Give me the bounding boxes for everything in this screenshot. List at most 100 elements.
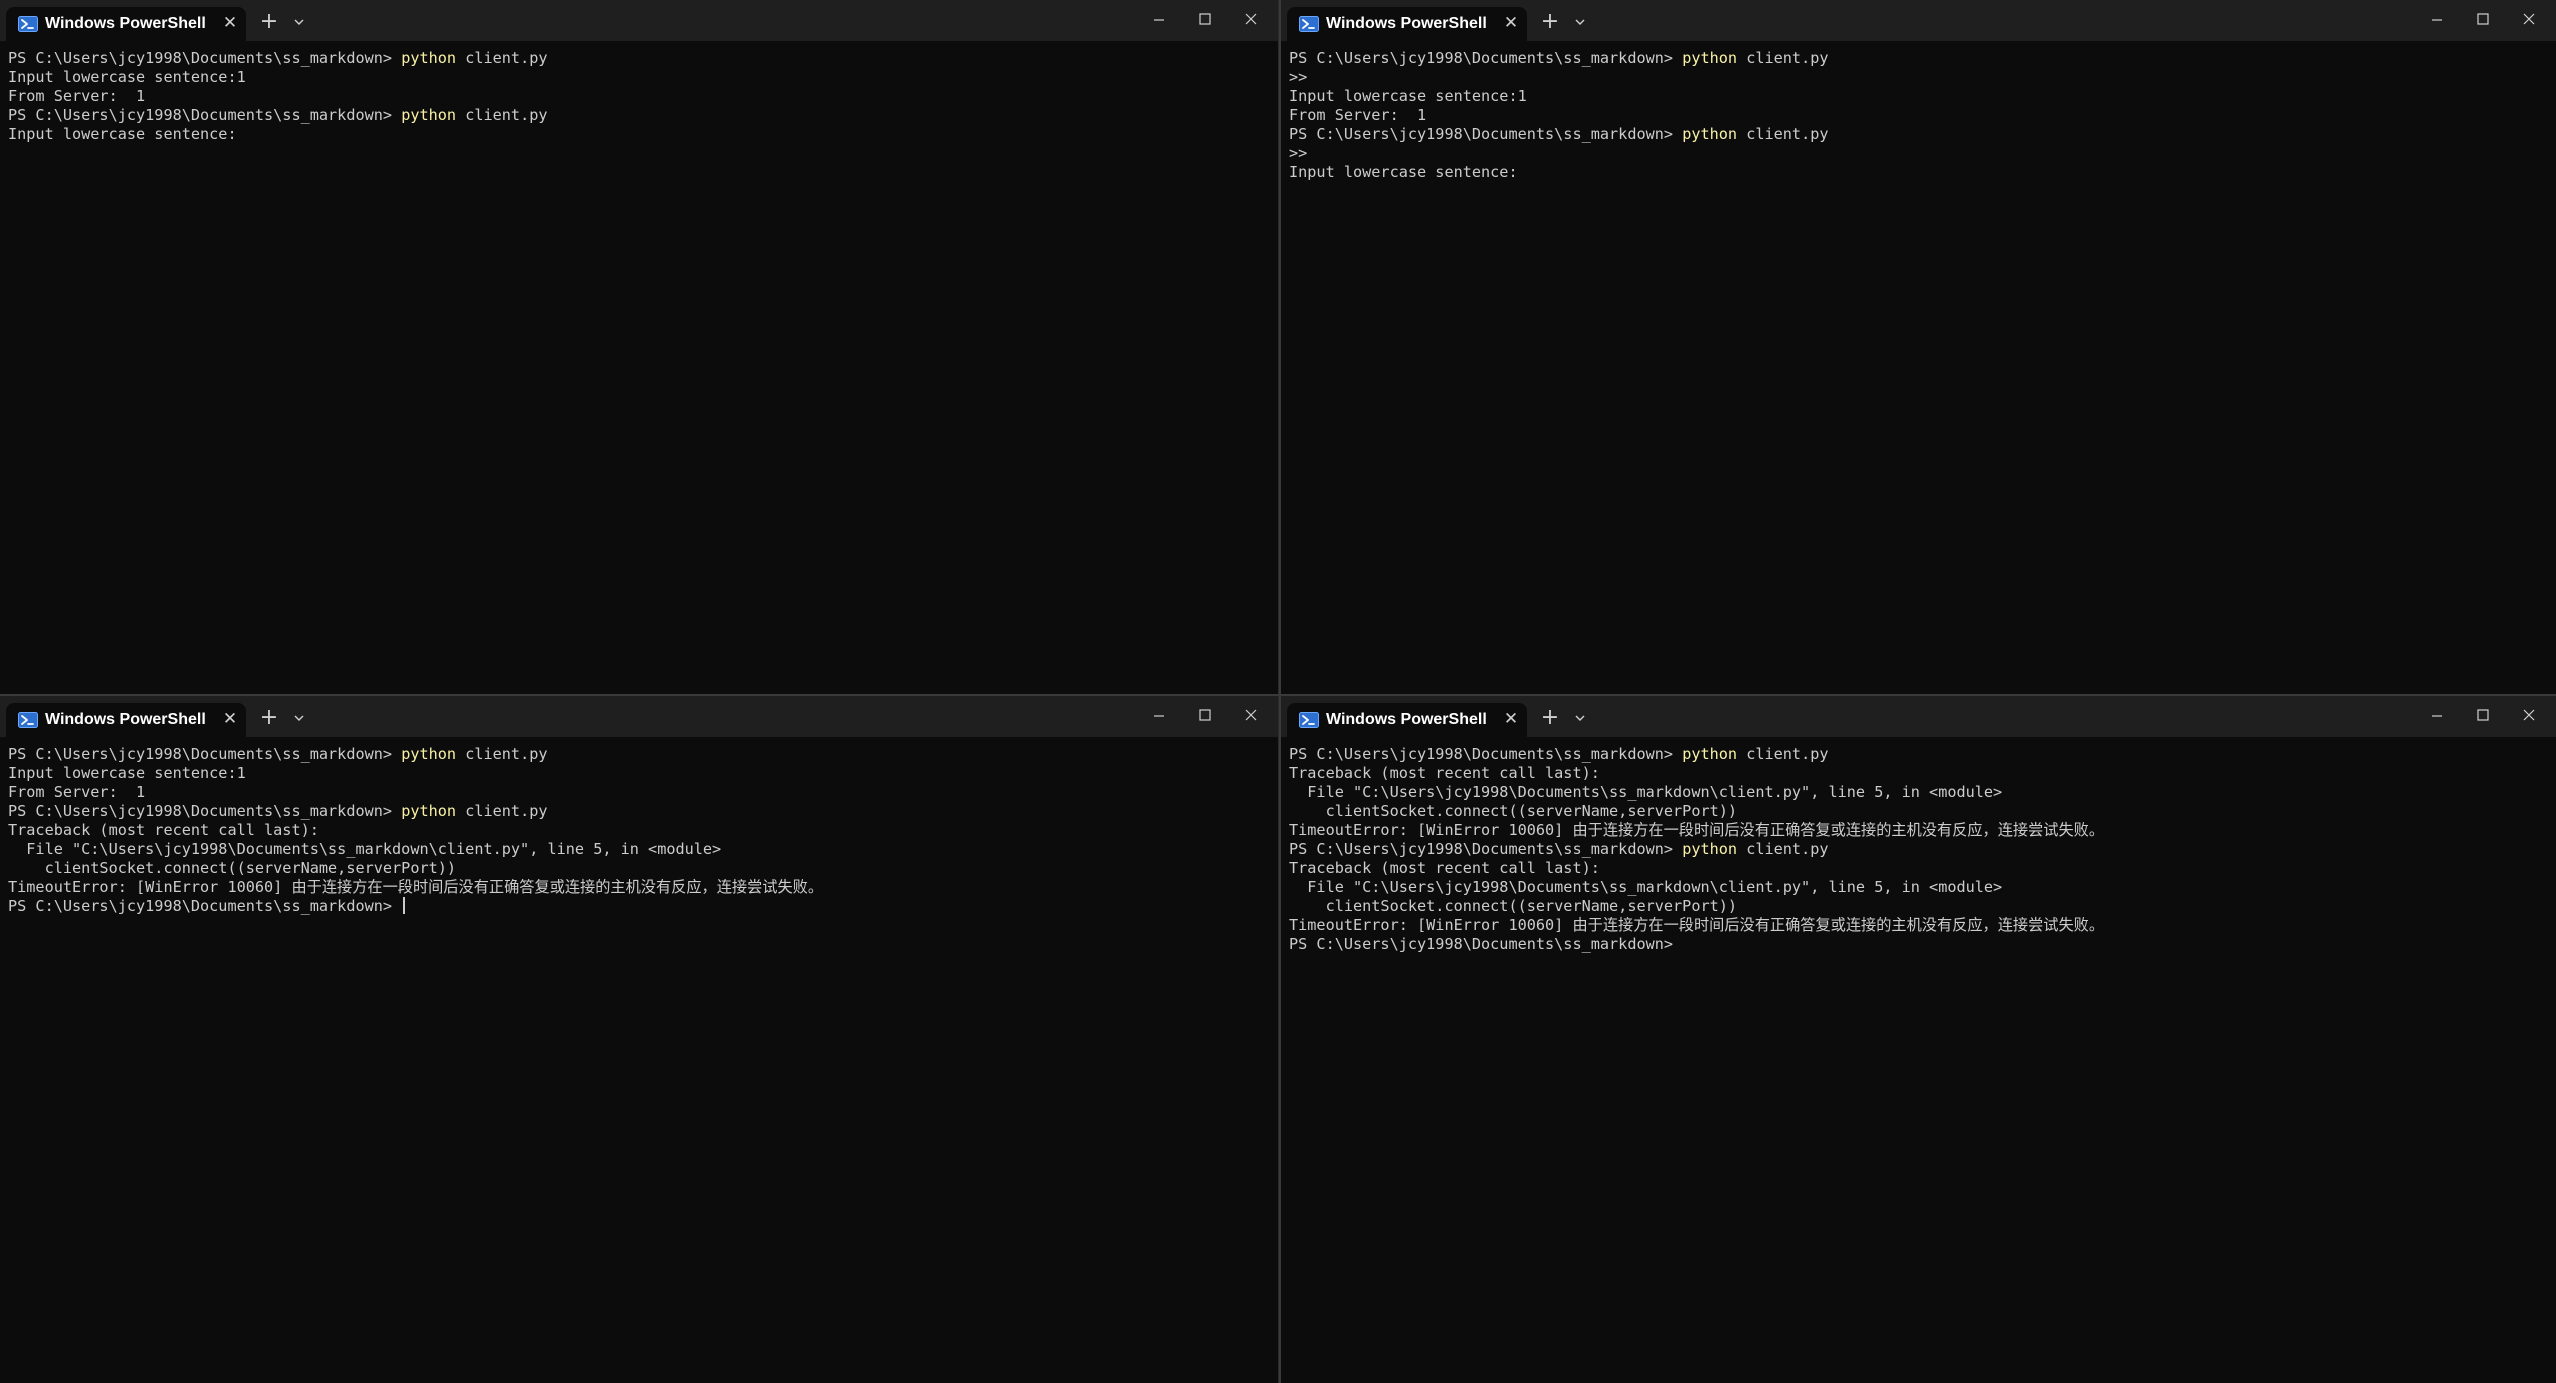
terminal-line: PS C:\Users\jcy1998\Documents\ss_markdow… xyxy=(1289,125,2548,144)
terminal-text: Traceback (most recent call last): xyxy=(1289,859,1600,877)
maximize-icon[interactable] xyxy=(1190,6,1220,32)
terminal-line: Input lowercase sentence:1 xyxy=(8,764,1270,783)
close-icon[interactable]: ✕ xyxy=(220,709,240,729)
command-keyword: python xyxy=(1682,745,1738,763)
terminal-text: Input lowercase sentence: xyxy=(1289,163,1518,181)
chevron-down-icon[interactable] xyxy=(290,709,308,727)
terminal-text: TimeoutError: [WinError 10060] 由于连接方在一段时… xyxy=(1289,821,2105,839)
command-args: client.py xyxy=(1737,49,1829,67)
minimize-icon[interactable] xyxy=(2422,6,2452,32)
terminal-line: PS C:\Users\jcy1998\Documents\ss_markdow… xyxy=(1289,49,2548,68)
terminal-output[interactable]: PS C:\Users\jcy1998\Documents\ss_markdow… xyxy=(1289,745,2548,1383)
terminal-line: clientSocket.connect((serverName,serverP… xyxy=(8,859,1270,878)
terminal-text: PS C:\Users\jcy1998\Documents\ss_markdow… xyxy=(1289,840,1683,858)
terminal-text: >> xyxy=(1289,68,1308,86)
terminal-line: PS C:\Users\jcy1998\Documents\ss_markdow… xyxy=(1289,840,2548,859)
window-close-icon[interactable] xyxy=(1236,6,1266,32)
terminal-text: clientSocket.connect((serverName,serverP… xyxy=(1289,802,1738,820)
chevron-down-icon[interactable] xyxy=(1571,709,1589,727)
command-keyword: python xyxy=(401,49,457,67)
terminal-text: PS C:\Users\jcy1998\Documents\ss_markdow… xyxy=(8,897,402,915)
terminal-text: PS C:\Users\jcy1998\Documents\ss_markdow… xyxy=(8,49,402,67)
terminal-line: From Server: 1 xyxy=(1289,106,2548,125)
terminal-text: PS C:\Users\jcy1998\Documents\ss_markdow… xyxy=(1289,935,1674,953)
powershell-window-top-right: Windows PowerShell ✕ + PS C:\Users\jcy19… xyxy=(1281,0,2556,694)
command-args: client.py xyxy=(456,106,548,124)
terminal-line: Input lowercase sentence: xyxy=(1289,163,2548,182)
window-close-icon[interactable] xyxy=(2514,6,2544,32)
command-args: client.py xyxy=(1737,125,1829,143)
terminal-line: PS C:\Users\jcy1998\Documents\ss_markdow… xyxy=(8,106,1270,125)
terminal-line: File "C:\Users\jcy1998\Documents\ss_mark… xyxy=(1289,783,2548,802)
terminal-output[interactable]: PS C:\Users\jcy1998\Documents\ss_markdow… xyxy=(8,49,1270,694)
terminal-line: File "C:\Users\jcy1998\Documents\ss_mark… xyxy=(8,840,1270,859)
maximize-icon[interactable] xyxy=(2468,702,2498,728)
plus-icon[interactable]: + xyxy=(1539,707,1561,729)
command-args: client.py xyxy=(456,802,548,820)
close-icon[interactable]: ✕ xyxy=(220,13,240,33)
maximize-icon[interactable] xyxy=(1190,702,1220,728)
terminal-line: TimeoutError: [WinError 10060] 由于连接方在一段时… xyxy=(8,878,1270,897)
terminal-text: File "C:\Users\jcy1998\Documents\ss_mark… xyxy=(1289,783,2003,801)
plus-icon[interactable]: + xyxy=(258,707,280,729)
powershell-window-top-left: Windows PowerShell ✕ + PS C:\Users\jcy19… xyxy=(0,0,1279,694)
tab-windows-powershell[interactable]: Windows PowerShell ✕ xyxy=(1287,7,1527,41)
terminal-text: PS C:\Users\jcy1998\Documents\ss_markdow… xyxy=(8,802,402,820)
terminal-output[interactable]: PS C:\Users\jcy1998\Documents\ss_markdow… xyxy=(1289,49,2548,694)
plus-icon[interactable]: + xyxy=(258,11,280,33)
terminal-line: From Server: 1 xyxy=(8,87,1270,106)
window-close-icon[interactable] xyxy=(1236,702,1266,728)
terminal-line: PS C:\Users\jcy1998\Documents\ss_markdow… xyxy=(8,49,1270,68)
terminal-text: File "C:\Users\jcy1998\Documents\ss_mark… xyxy=(8,840,722,858)
title-bar[interactable]: Windows PowerShell ✕ + xyxy=(0,696,1278,737)
plus-icon[interactable]: + xyxy=(1539,11,1561,33)
powershell-icon xyxy=(1299,16,1319,32)
close-icon[interactable]: ✕ xyxy=(1501,709,1521,729)
terminal-line: TimeoutError: [WinError 10060] 由于连接方在一段时… xyxy=(1289,821,2548,840)
chevron-down-icon[interactable] xyxy=(1571,13,1589,31)
terminal-line: >> xyxy=(1289,144,2548,163)
terminal-line: Input lowercase sentence:1 xyxy=(8,68,1270,87)
command-args: client.py xyxy=(456,745,548,763)
command-keyword: python xyxy=(401,106,457,124)
terminal-text: PS C:\Users\jcy1998\Documents\ss_markdow… xyxy=(1289,49,1683,67)
close-icon[interactable]: ✕ xyxy=(1501,13,1521,33)
terminal-text: TimeoutError: [WinError 10060] 由于连接方在一段时… xyxy=(8,878,824,896)
title-bar[interactable]: Windows PowerShell ✕ + xyxy=(1281,0,2556,41)
terminal-line: >> xyxy=(1289,68,2548,87)
tab-title: Windows PowerShell xyxy=(45,15,206,32)
minimize-icon[interactable] xyxy=(1144,702,1174,728)
terminal-line: PS C:\Users\jcy1998\Documents\ss_markdow… xyxy=(8,745,1270,764)
terminal-text: PS C:\Users\jcy1998\Documents\ss_markdow… xyxy=(1289,745,1683,763)
terminal-text: >> xyxy=(1289,144,1308,162)
terminal-line: Traceback (most recent call last): xyxy=(1289,764,2548,783)
terminal-output[interactable]: PS C:\Users\jcy1998\Documents\ss_markdow… xyxy=(8,745,1270,1383)
maximize-icon[interactable] xyxy=(2468,6,2498,32)
terminal-line: Traceback (most recent call last): xyxy=(1289,859,2548,878)
command-args: client.py xyxy=(1737,840,1829,858)
terminal-text: PS C:\Users\jcy1998\Documents\ss_markdow… xyxy=(8,106,402,124)
minimize-icon[interactable] xyxy=(2422,702,2452,728)
tab-windows-powershell[interactable]: Windows PowerShell ✕ xyxy=(6,703,246,737)
terminal-text: PS C:\Users\jcy1998\Documents\ss_markdow… xyxy=(8,745,402,763)
title-bar[interactable]: Windows PowerShell ✕ + xyxy=(0,0,1278,41)
terminal-line: clientSocket.connect((serverName,serverP… xyxy=(1289,897,2548,916)
tab-title: Windows PowerShell xyxy=(1326,15,1487,32)
command-keyword: python xyxy=(1682,125,1738,143)
powershell-window-bottom-right: Windows PowerShell ✕ + PS C:\Users\jcy19… xyxy=(1281,696,2556,1383)
terminal-text: Traceback (most recent call last): xyxy=(8,821,319,839)
powershell-icon xyxy=(18,712,38,728)
powershell-icon xyxy=(1299,712,1319,728)
terminal-line: TimeoutError: [WinError 10060] 由于连接方在一段时… xyxy=(1289,916,2548,935)
terminal-text: Input lowercase sentence:1 xyxy=(1289,87,1527,105)
terminal-text: From Server: 1 xyxy=(8,87,146,105)
chevron-down-icon[interactable] xyxy=(290,13,308,31)
powershell-icon xyxy=(18,16,38,32)
terminal-text: File "C:\Users\jcy1998\Documents\ss_mark… xyxy=(1289,878,2003,896)
title-bar[interactable]: Windows PowerShell ✕ + xyxy=(1281,696,2556,737)
tab-windows-powershell[interactable]: Windows PowerShell ✕ xyxy=(6,7,246,41)
minimize-icon[interactable] xyxy=(1144,6,1174,32)
window-close-icon[interactable] xyxy=(2514,702,2544,728)
tab-windows-powershell[interactable]: Windows PowerShell ✕ xyxy=(1287,703,1527,737)
terminal-line: clientSocket.connect((serverName,serverP… xyxy=(1289,802,2548,821)
